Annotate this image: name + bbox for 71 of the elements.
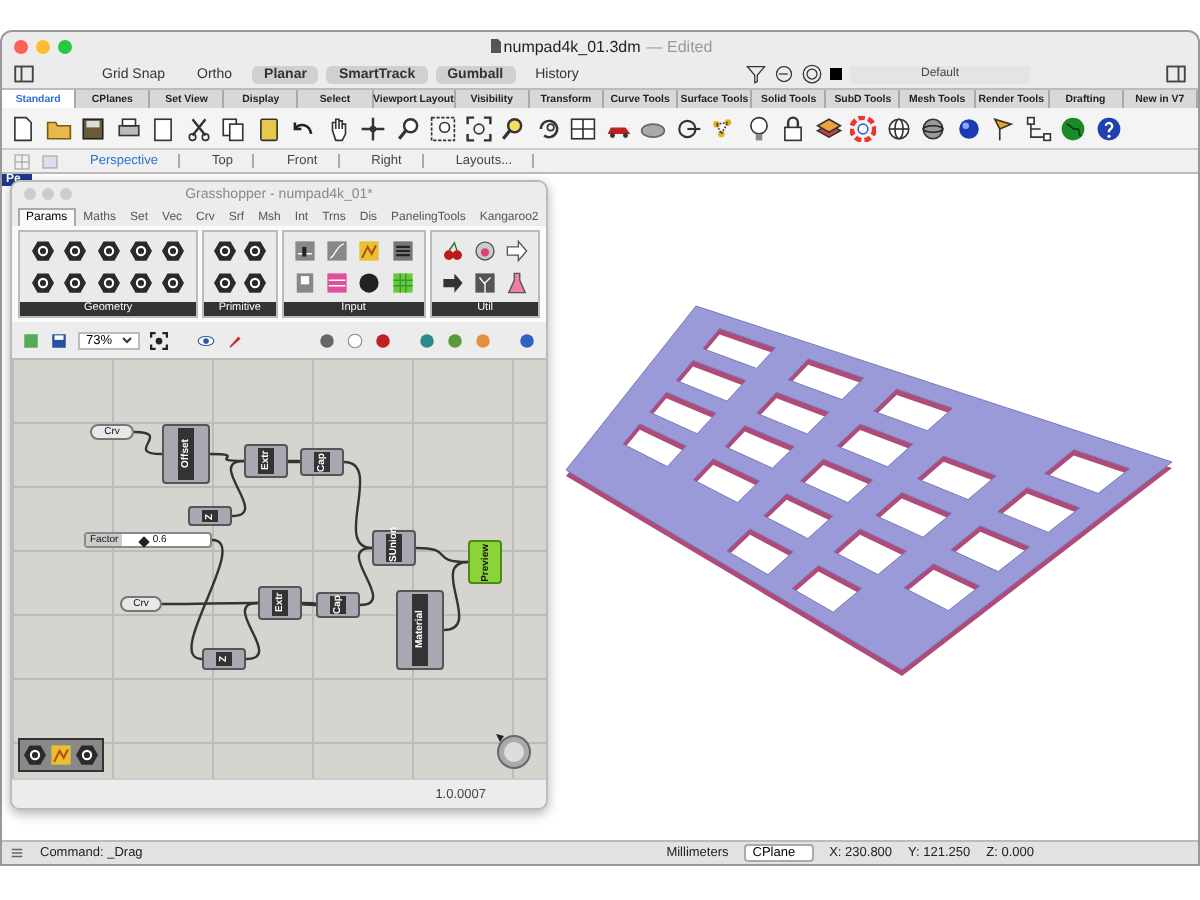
hexagon-icon[interactable] [214, 239, 237, 262]
hexagon-icon[interactable] [97, 272, 120, 295]
color-swatch[interactable] [830, 68, 842, 80]
magnifier-icon[interactable] [395, 115, 421, 141]
color-wheel-icon[interactable] [850, 115, 876, 141]
printer-icon[interactable] [115, 115, 141, 141]
sidebar-icon[interactable] [14, 64, 34, 84]
caret-icon [122, 336, 133, 344]
wire [287, 459, 301, 464]
wire [302, 601, 316, 607]
gradient-icon[interactable] [326, 272, 349, 295]
sphere-icon[interactable] [955, 115, 981, 141]
sidebar-icon[interactable] [1166, 64, 1186, 84]
filter-icon[interactable] [746, 64, 766, 84]
arrow-icon[interactable] [442, 272, 465, 295]
flag-icon[interactable] [990, 115, 1016, 141]
navigation-compass-icon[interactable] [494, 730, 534, 770]
point-cloud-icon[interactable] [710, 115, 736, 141]
focus-icon[interactable] [150, 331, 169, 349]
globe-icon[interactable] [1060, 115, 1086, 141]
edited-status: — Edited [646, 37, 713, 55]
close-button[interactable] [14, 40, 28, 54]
hexagon-icon[interactable] [31, 272, 54, 295]
hexagon-icon[interactable] [243, 272, 266, 295]
list-icon[interactable] [391, 239, 413, 262]
target-icon[interactable] [802, 64, 822, 84]
layer-stack-icon[interactable] [815, 115, 841, 141]
hexagon-icon[interactable] [243, 239, 266, 262]
hexagon-icon[interactable] [130, 239, 153, 262]
hexagon-icon[interactable] [24, 744, 46, 766]
sphere-icon[interactable] [920, 115, 946, 141]
four-viewports-icon[interactable] [570, 115, 596, 141]
lightbulb-icon[interactable] [745, 115, 771, 141]
document-icon[interactable] [487, 38, 504, 54]
slider-icon[interactable] [294, 239, 317, 262]
scissors-icon[interactable] [185, 115, 211, 141]
graph-icon[interactable] [326, 239, 349, 262]
hexagon-icon[interactable] [214, 272, 237, 295]
hexagon-icon[interactable] [97, 239, 120, 262]
hexagon-icon[interactable] [64, 272, 87, 295]
tree-icon[interactable] [1025, 115, 1051, 141]
wire [133, 430, 163, 456]
hexagon-icon[interactable] [76, 744, 98, 766]
magnifier-icon[interactable] [500, 115, 526, 141]
window-title: numpad4k_01.3dm [503, 37, 641, 55]
eye-icon[interactable] [196, 331, 217, 349]
hexagon-icon[interactable] [162, 272, 185, 295]
arrow-icon[interactable] [505, 239, 528, 262]
magnifier-icon[interactable] [430, 115, 456, 141]
hexagon-icon[interactable] [64, 239, 87, 262]
help-icon[interactable] [1095, 115, 1121, 141]
hexagon-icon[interactable] [162, 239, 185, 262]
document-icon[interactable] [10, 115, 36, 141]
rotate-view-icon[interactable] [535, 115, 561, 141]
sphere-icon[interactable] [474, 239, 497, 262]
toggle-icon[interactable] [294, 272, 317, 295]
flask-icon[interactable] [505, 272, 528, 295]
hexagon-icon[interactable] [130, 272, 153, 295]
zoom-extents-icon[interactable] [465, 115, 491, 141]
padlock-icon[interactable] [780, 115, 806, 141]
tree-icon[interactable] [474, 272, 497, 295]
brush-icon[interactable] [226, 331, 245, 349]
copy-icon[interactable] [220, 115, 246, 141]
slider-handle[interactable] [139, 535, 151, 547]
swatch-icon[interactable] [358, 239, 381, 262]
cherries-icon[interactable] [442, 239, 465, 262]
swatch-icon[interactable] [50, 744, 72, 766]
hexagon-icon[interactable] [31, 239, 54, 262]
move-cross-icon[interactable] [360, 115, 386, 141]
wireframe-sphere-icon[interactable] [885, 115, 911, 141]
menu-icon[interactable] [10, 846, 24, 860]
